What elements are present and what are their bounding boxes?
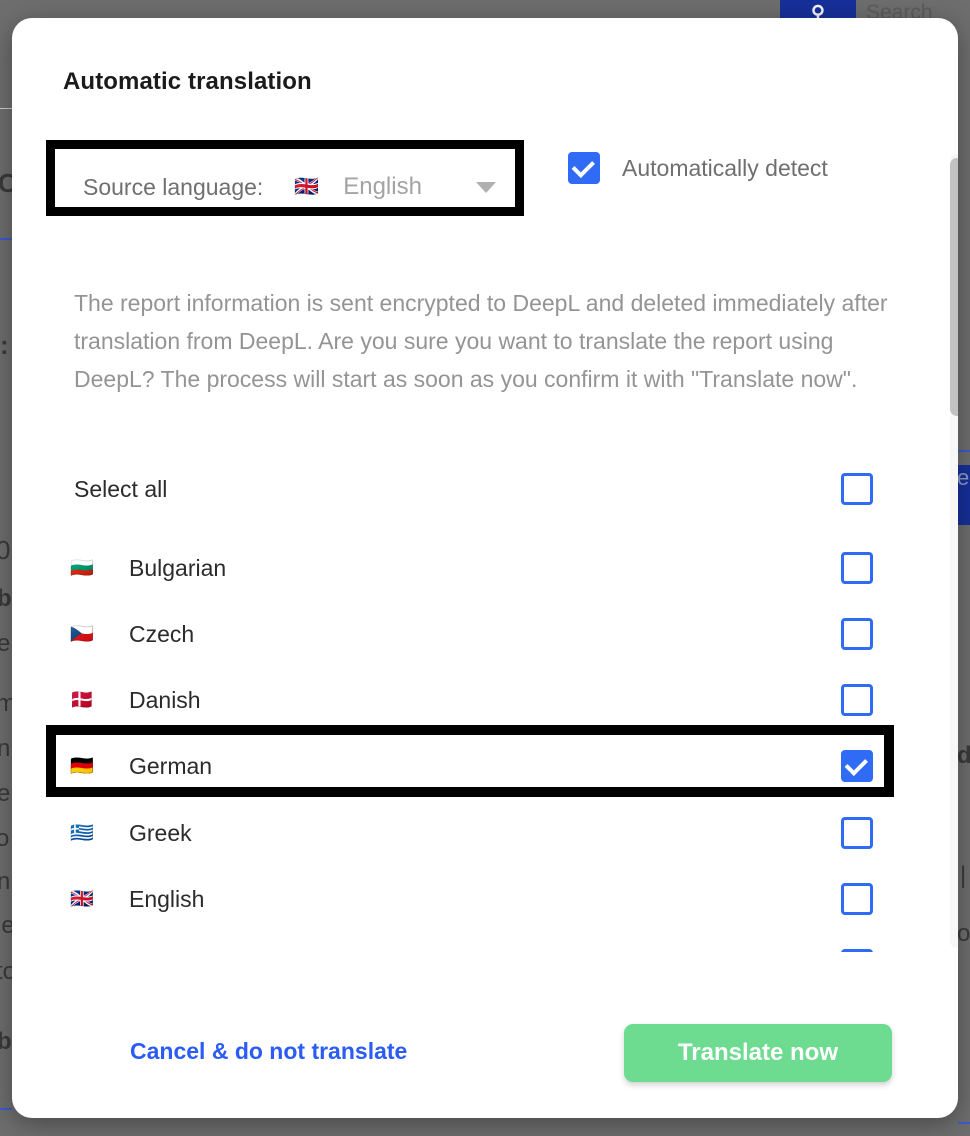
backdrop-text-fragment: n xyxy=(0,735,11,762)
list-item[interactable]: 🇬🇷 Greek xyxy=(12,808,958,858)
auto-detect-option[interactable]: Automatically detect xyxy=(568,152,828,184)
flag-icon-bg: 🇧🇬 xyxy=(70,557,94,579)
flag-icon-gr: 🇬🇷 xyxy=(70,822,94,844)
language-label: Bulgarian xyxy=(129,554,227,581)
chevron-down-icon[interactable] xyxy=(475,181,496,193)
language-label: Danish xyxy=(129,686,201,713)
language-checkbox[interactable] xyxy=(841,684,873,716)
language-label: Greek xyxy=(129,819,192,846)
backdrop-divider-accent-bottom xyxy=(0,1108,12,1110)
scrollbar-thumb[interactable] xyxy=(950,158,958,416)
dialog-footer: Cancel & do not translate Translate now xyxy=(12,1018,958,1118)
backdrop-text-fragment: d xyxy=(957,742,970,769)
backdrop-text-fragment: b xyxy=(0,585,12,612)
flag-icon-gb: 🇬🇧 xyxy=(70,888,94,910)
backdrop-text-fragment: o xyxy=(957,920,970,947)
flag-icon-cz: 🇨🇿 xyxy=(70,623,94,645)
backdrop-divider xyxy=(0,108,12,109)
list-item[interactable]: 🇬🇧 English xyxy=(12,874,958,924)
backdrop-divider-accent xyxy=(0,238,12,240)
backdrop-text-fragment: : xyxy=(0,330,9,360)
flag-icon-de: 🇩🇪 xyxy=(70,755,94,777)
backdrop-text-fragment: 0 xyxy=(0,535,11,565)
dialog-title: Automatic translation xyxy=(63,68,312,95)
backdrop-divider-accent-right-bottom xyxy=(958,1122,970,1124)
flag-icon-dk: 🇩🇰 xyxy=(70,689,94,711)
language-checkbox[interactable] xyxy=(841,618,873,650)
list-item[interactable]: 🇧🇬 Bulgarian xyxy=(12,543,958,593)
list-item[interactable]: 🇨🇿 Czech xyxy=(12,609,958,659)
select-all-label: Select all xyxy=(74,475,168,502)
dialog-description: The report information is sent encrypted… xyxy=(74,290,888,392)
backdrop-text-fragment: n xyxy=(0,868,11,895)
language-checkbox[interactable] xyxy=(841,552,873,584)
backdrop-text-fragment: e xyxy=(0,780,11,807)
select-all-checkbox[interactable] xyxy=(841,473,873,505)
automatic-translation-dialog: Automatic translation Source language: 🇬… xyxy=(12,18,958,1118)
language-checkbox[interactable] xyxy=(841,949,873,952)
source-language-highlight-box: Source language: 🇬🇧 English xyxy=(46,140,524,216)
source-language-value: English xyxy=(343,173,422,200)
backdrop-text-fragment: | xyxy=(960,862,967,889)
select-all-row[interactable]: Select all xyxy=(12,464,958,514)
list-item-german[interactable]: 🇩🇪 German xyxy=(12,741,958,791)
language-checkbox[interactable] xyxy=(841,883,873,915)
backdrop-text-fragment: b xyxy=(0,1028,12,1055)
language-label: Czech xyxy=(129,620,195,647)
backdrop-blue-panel-text: e xyxy=(957,465,970,490)
backdrop-divider-accent-right xyxy=(958,450,970,452)
auto-detect-checkbox[interactable] xyxy=(568,152,600,184)
language-list-scroll-area[interactable]: Select all 🇧🇬 Bulgarian 🇨🇿 Czech 🇩🇰 Dani… xyxy=(12,460,958,952)
cancel-button[interactable]: Cancel & do not translate xyxy=(130,1038,407,1065)
auto-detect-label: Automatically detect xyxy=(622,154,828,181)
list-item[interactable]: 🇩🇰 Danish xyxy=(12,675,958,725)
language-label: German xyxy=(129,752,213,779)
language-label: English xyxy=(129,885,205,912)
source-language-selector[interactable]: Source language: 🇬🇧 English xyxy=(64,158,496,216)
source-language-label: Source language: xyxy=(83,173,264,200)
list-item-partial[interactable] xyxy=(12,940,958,952)
backdrop-text-fragment: e xyxy=(0,630,11,657)
flag-icon-gb: 🇬🇧 xyxy=(294,176,320,198)
translate-now-button[interactable]: Translate now xyxy=(624,1024,892,1082)
language-checkbox[interactable] xyxy=(841,750,873,782)
backdrop-text-fragment: o xyxy=(0,825,10,852)
language-checkbox[interactable] xyxy=(841,817,873,849)
